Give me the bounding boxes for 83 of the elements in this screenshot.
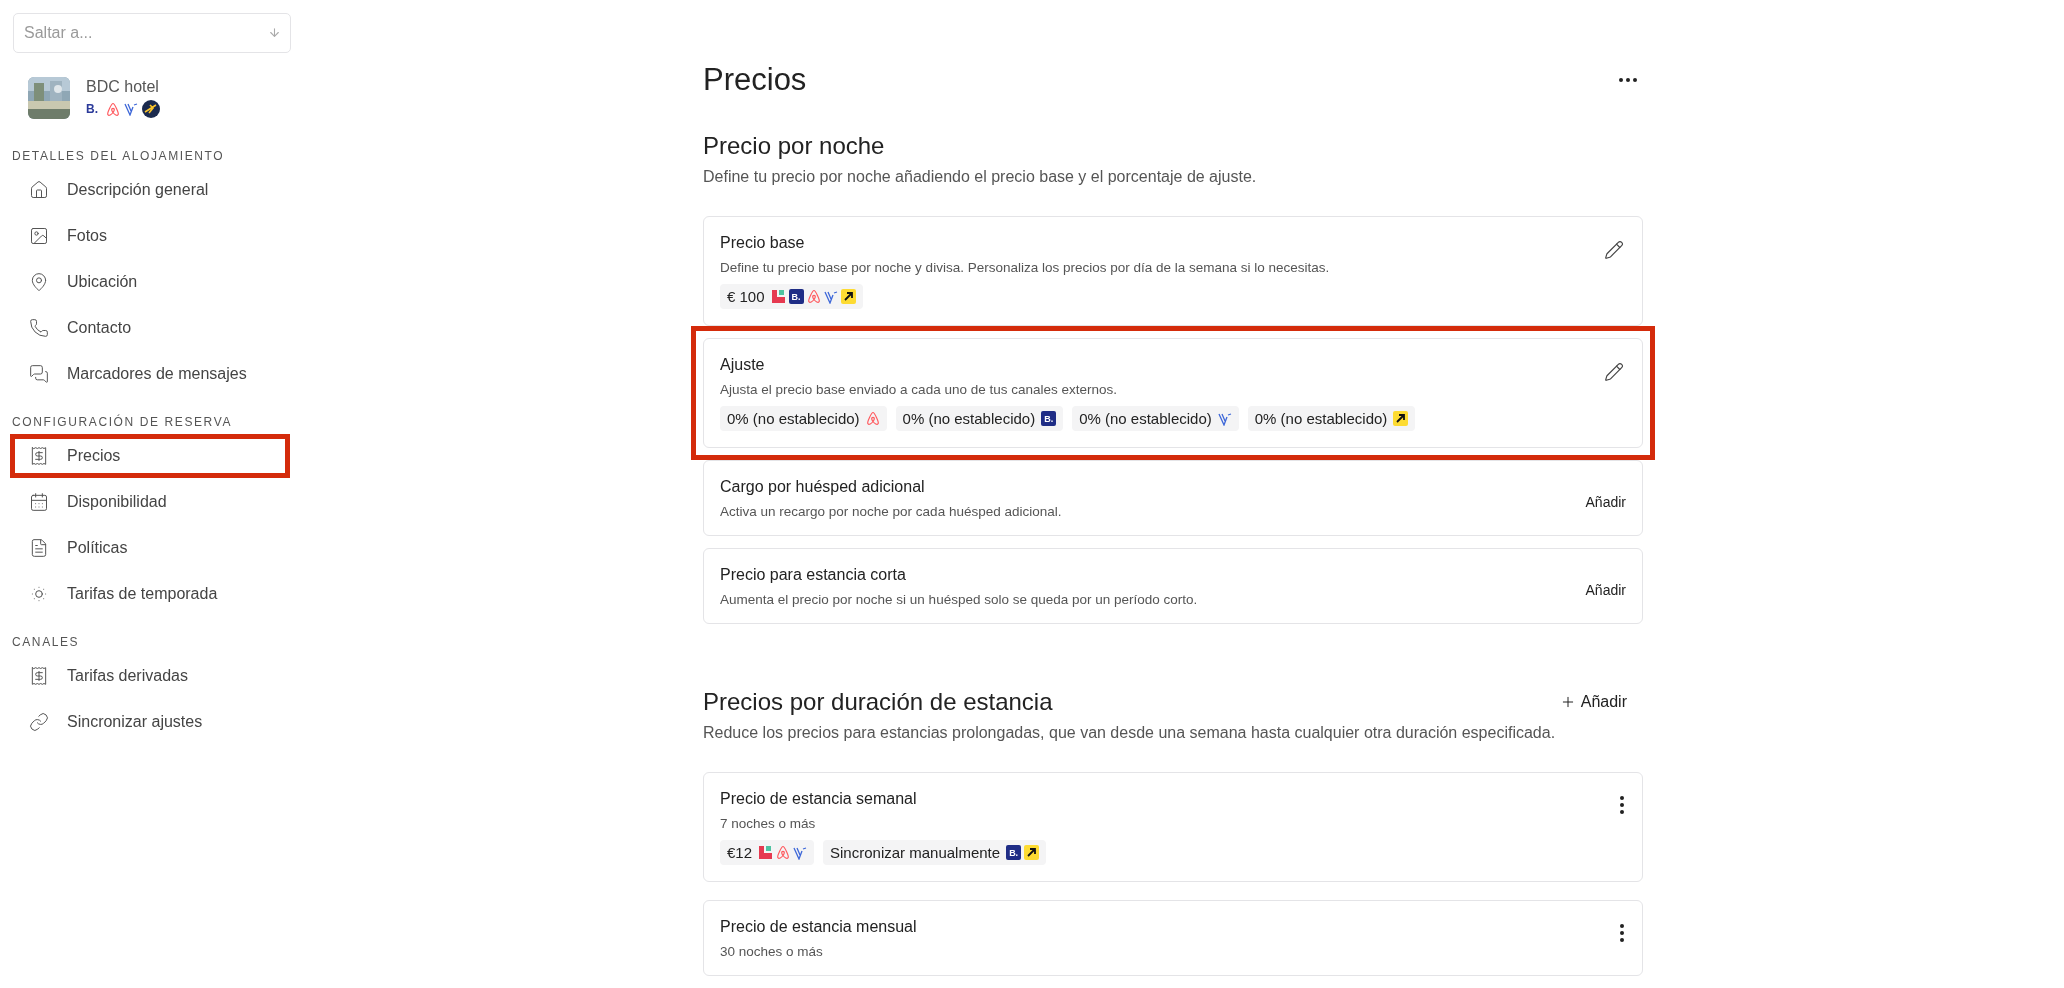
price-tag: 0% (no establecido) B. (895, 406, 1064, 431)
vrbo-logo (793, 845, 808, 860)
sidebar-item[interactable]: Tarifas de temporada (9, 571, 291, 617)
sidebar-item[interactable]: Marcadores de mensajes (9, 351, 291, 397)
expedia-logo (1024, 845, 1040, 860)
airbnb-logo (776, 845, 791, 860)
card-description: Define tu precio base por noche y divisa. Personaliza los precios por día de la semana si lo necesitas. (720, 260, 1330, 275)
booking-logo: B. (1006, 845, 1022, 860)
page-title: Precios (703, 62, 807, 98)
card-title: Precio de estancia mensual (720, 918, 917, 936)
add-button[interactable]: Añadir (1585, 490, 1626, 514)
sidebar-section-title: CANALES (12, 635, 81, 649)
add-button[interactable]: Añadir (1585, 578, 1626, 602)
booking-logo: B. (788, 289, 804, 304)
receipt-icon (29, 666, 49, 686)
sidebar-item[interactable]: Descripción general (9, 167, 291, 213)
add-button[interactable]: Añadir (1553, 692, 1633, 712)
pencil-icon (1604, 362, 1624, 382)
card-title: Ajuste (720, 356, 766, 374)
home-icon (29, 180, 49, 200)
sidebar-item[interactable]: Políticas (9, 525, 291, 571)
sidebar-item[interactable]: Fotos (9, 213, 291, 259)
phone-icon (29, 318, 49, 338)
card-description: 30 noches o más (720, 944, 824, 959)
horizontal-dots-icon (1619, 78, 1637, 82)
section-description: Define tu precio por noche añadiendo el precio base y el porcentaje de ajuste. (703, 168, 1258, 186)
sidebar-item[interactable]: Ubicación (9, 259, 291, 305)
booking-logo: B. (86, 102, 98, 116)
sidebar-item[interactable]: Sincronizar ajustes (9, 699, 291, 745)
card-description: Activa un recargo por noche por cada huésped adicional. (720, 504, 1062, 519)
jump-to-field[interactable]: Saltar a... (13, 13, 291, 53)
more-options-button[interactable] (1618, 794, 1626, 816)
vertical-dots-icon (1620, 924, 1624, 942)
more-options-button[interactable] (1618, 922, 1626, 944)
sidebar-section-title: CONFIGURACIÓN DE RESERVA (12, 415, 233, 429)
arrow-down-icon (268, 26, 281, 39)
hostaway-logo (770, 289, 786, 304)
more-options-button[interactable] (1617, 76, 1639, 84)
document-icon (29, 538, 49, 558)
card-title: Precio base (720, 234, 806, 252)
calendar-icon (29, 492, 49, 512)
card-description: Ajusta el precio base enviado a cada uno de tus canales externos. (720, 382, 1118, 397)
card-description: 7 noches o más (720, 816, 817, 831)
pencil-icon (1604, 240, 1624, 260)
link-icon (29, 712, 49, 732)
airbnb-logo (106, 101, 120, 117)
section-title: Precio por noche (703, 132, 885, 160)
vrbo-logo (1217, 411, 1232, 426)
expedia-logo (840, 289, 856, 304)
airbnb-logo (865, 411, 880, 426)
hotel-name: BDC hotel (86, 78, 160, 96)
sidebar-section-title: DETALLES DEL ALOJAMIENTO (12, 149, 226, 163)
vrbo-logo (823, 289, 838, 304)
price-tag: €12 (720, 840, 815, 865)
sidebar-item[interactable]: Tarifas derivadas (9, 653, 291, 699)
price-tag: Sincronizar manualmente B. (823, 840, 1047, 865)
receipt-icon (29, 446, 49, 466)
edit-button[interactable] (1602, 238, 1626, 262)
location-pin-icon (29, 272, 49, 292)
section-title: Precios por duración de estancia (703, 688, 1053, 716)
vertical-dots-icon (1620, 796, 1624, 814)
airbnb-logo (806, 289, 821, 304)
sidebar-item[interactable]: Disponibilidad (9, 479, 291, 525)
sidebar-item[interactable]: Contacto (9, 305, 291, 351)
card-title: Precio de estancia semanal (720, 790, 918, 808)
expedia-logo (142, 100, 160, 118)
price-tag: € 100 B. (720, 284, 863, 309)
price-tag: 0% (no establecido) (720, 406, 887, 431)
expedia-logo (1393, 411, 1409, 426)
edit-button[interactable] (1602, 360, 1626, 384)
price-tag: 0% (no establecido) (1247, 406, 1416, 431)
card-title: Cargo por huésped adicional (720, 478, 926, 496)
card-description: Aumenta el precio por noche si un huésped solo se queda por un período corto. (720, 592, 1198, 607)
image-icon (29, 226, 49, 246)
hostaway-logo (758, 845, 774, 860)
vrbo-logo (124, 102, 138, 116)
sidebar-item[interactable]: Precios (9, 433, 291, 479)
section-description: Reduce los precios para estancias prolongadas, que van desde una semana hasta cualquier otra duración especificada. (703, 724, 1557, 742)
sun-icon (29, 584, 49, 604)
booking-logo: B. (1041, 411, 1057, 426)
chat-bubbles-icon (29, 364, 49, 384)
card-title: Precio para estancia corta (720, 566, 907, 584)
price-tag: 0% (no establecido) (1072, 406, 1239, 431)
